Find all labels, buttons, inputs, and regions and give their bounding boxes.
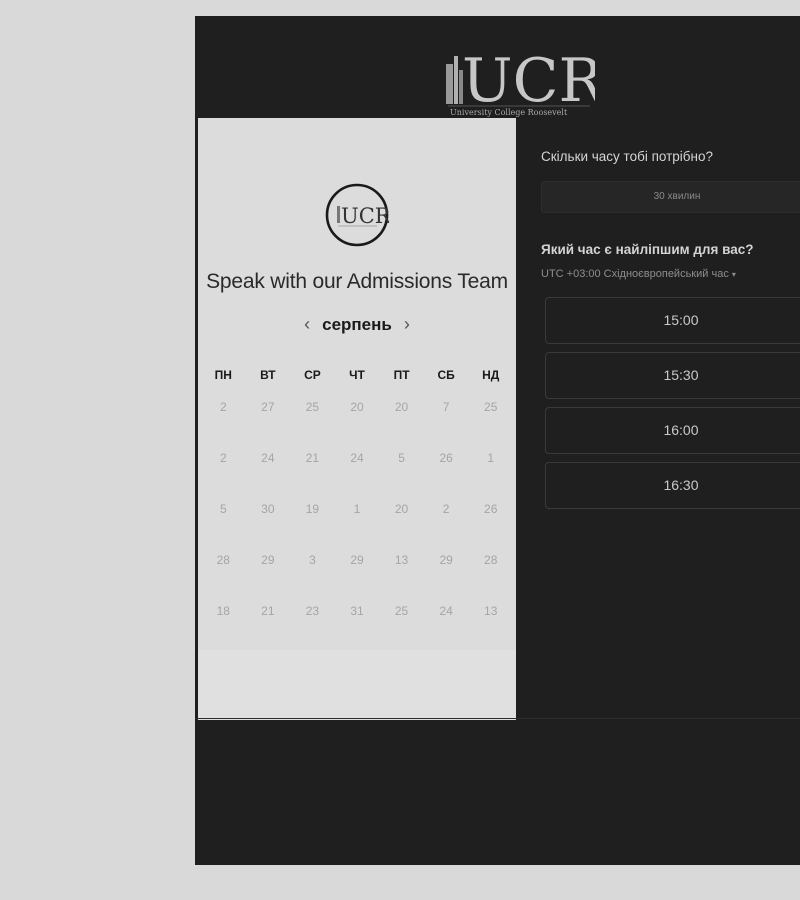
weekday-label: СР (304, 368, 321, 382)
calendar-day[interactable]: 20 (379, 399, 424, 450)
duration-question: Скільки часу тобі потрібно? (541, 149, 713, 164)
calendar-day[interactable]: 24 (424, 603, 469, 654)
ucr-header-logo: UCR University College Roosevelt (446, 46, 595, 117)
calendar-day[interactable]: 20 (335, 399, 380, 450)
calendar-day[interactable]: 30 (246, 501, 291, 552)
calendar-day[interactable]: 23 (290, 603, 335, 654)
weekday-label: ВТ (260, 368, 276, 382)
calendar-day[interactable]: 25 (468, 399, 513, 450)
month-label: серпень (322, 315, 392, 334)
calendar-day[interactable]: 19 (290, 501, 335, 552)
month-navigator: ‹ серпень › (198, 314, 516, 335)
weekday-header: ПН ВТ СР ЧТ ПТ СБ НД (201, 368, 513, 382)
calendar-day[interactable]: 7 (424, 399, 469, 450)
caret-down-icon: ▾ (731, 270, 736, 279)
time-slot-button[interactable]: 16:30 (545, 462, 800, 509)
header-logo-subtitle: University College Roosevelt (450, 108, 568, 117)
calendar-day[interactable]: 31 (335, 603, 380, 654)
calendar-day[interactable]: 29 (335, 552, 380, 603)
calendar-day[interactable]: 20 (379, 501, 424, 552)
calendar-day[interactable]: 21 (290, 450, 335, 501)
booking-window: UCR University College Roosevelt UCR Spe… (195, 16, 800, 865)
calendar-day[interactable]: 1 (468, 450, 513, 501)
calendar-day[interactable]: 13 (379, 552, 424, 603)
header-logo-text: UCR (462, 46, 595, 116)
time-slot-button[interactable]: 16:00 (545, 407, 800, 454)
calendar-day[interactable]: 28 (468, 552, 513, 603)
time-question: Який час є найліпшим для вас? (541, 242, 754, 257)
calendar-day[interactable]: 27 (246, 399, 291, 450)
timezone-label: UTC +03:00 Східноєвропейський час (541, 268, 729, 280)
page-title: Speak with our Admissions Team (206, 270, 508, 293)
calendar-day[interactable]: 2 (424, 501, 469, 552)
round-logo-text: UCR (341, 204, 389, 228)
calendar-day[interactable]: 5 (379, 450, 424, 501)
time-slot-button[interactable]: 15:30 (545, 352, 800, 399)
weekday-label: ПТ (393, 368, 410, 382)
calendar-day[interactable]: 24 (246, 450, 291, 501)
calendar-day[interactable]: 2 (201, 399, 246, 450)
calendar-day[interactable]: 5 (201, 501, 246, 552)
calendar-day[interactable]: 24 (335, 450, 380, 501)
time-slot-button[interactable]: 15:00 (545, 297, 800, 344)
calendar-day[interactable]: 21 (246, 603, 291, 654)
calendar-day[interactable]: 26 (468, 501, 513, 552)
ucr-round-logo: UCR (325, 183, 389, 247)
calendar-day[interactable]: 25 (379, 603, 424, 654)
calendar-day[interactable]: 2 (201, 450, 246, 501)
weekday-label: НД (482, 368, 500, 382)
weekday-label: СБ (437, 368, 455, 382)
calendar-day[interactable]: 26 (424, 450, 469, 501)
calendar-day[interactable]: 28 (201, 552, 246, 603)
calendar-day[interactable]: 1 (335, 501, 380, 552)
timezone-select[interactable]: UTC +03:00 Східноєвропейський час ▾ (541, 268, 736, 280)
calendar-day[interactable]: 13 (468, 603, 513, 654)
duration-select[interactable]: 30 хвилин (541, 181, 800, 213)
calendar-day[interactable]: 18 (201, 603, 246, 654)
calendar-day-grid: 2 27 25 20 20 7 25 2 24 21 24 5 26 1 5 30 19 1 20 2 26 28 29 3 2… (201, 399, 513, 654)
calendar-day[interactable]: 29 (424, 552, 469, 603)
calendar-day[interactable]: 29 (246, 552, 291, 603)
chevron-left-icon[interactable]: ‹ (304, 314, 310, 335)
chevron-right-icon[interactable]: › (404, 314, 410, 335)
weekday-label: ПН (214, 368, 232, 382)
weekday-label: ЧТ (349, 368, 365, 382)
footer-divider (195, 718, 800, 719)
calendar-panel: UCR Speak with our Admissions Team ‹ серп… (198, 118, 516, 720)
calendar-day[interactable]: 25 (290, 399, 335, 450)
calendar-day[interactable]: 3 (290, 552, 335, 603)
